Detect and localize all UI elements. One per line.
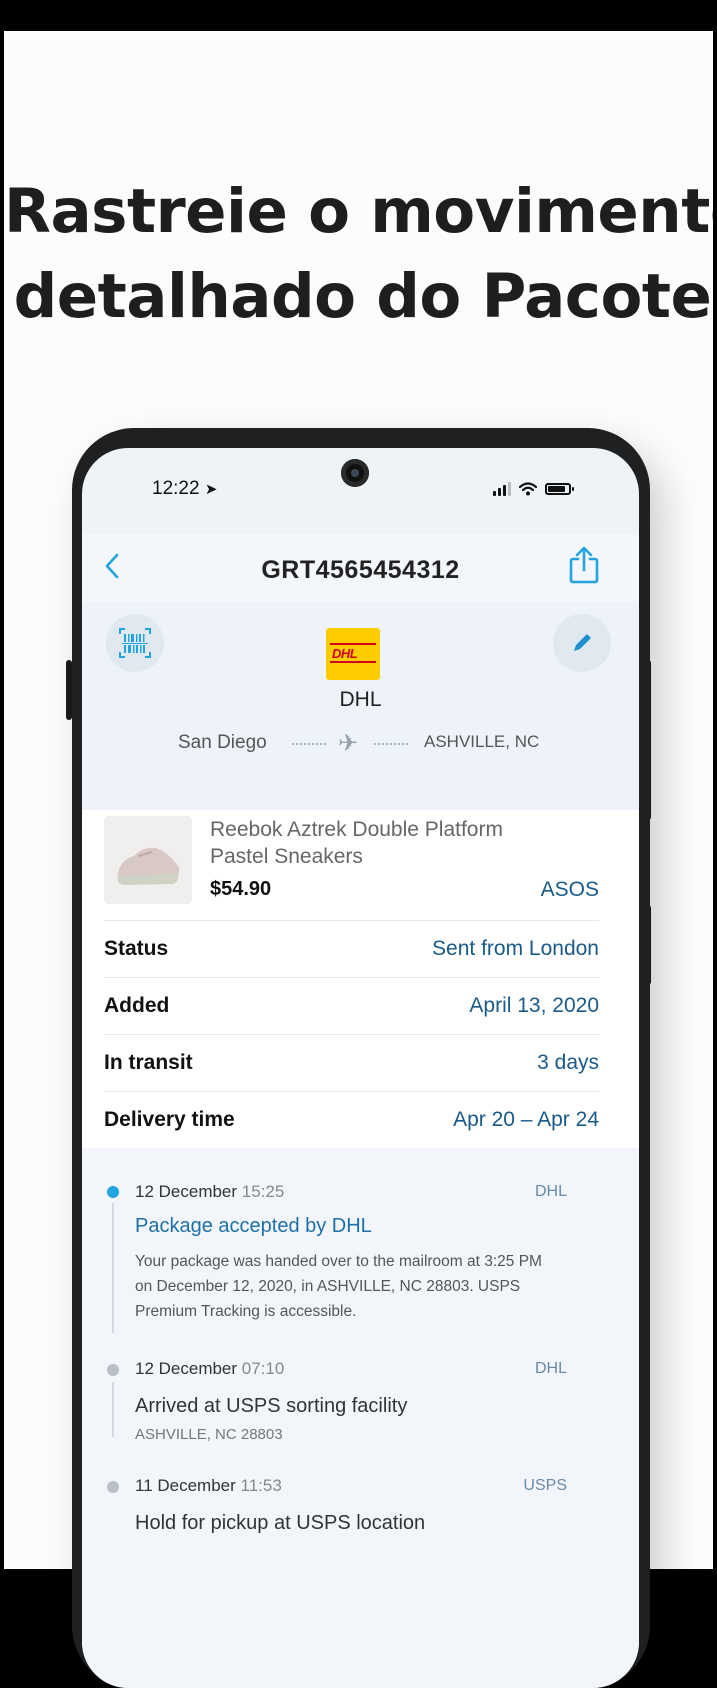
headline-line-2: detalhado do Pacote (13, 261, 712, 332)
battery-icon (545, 483, 574, 495)
event-description: Your package was handed over to the mail… (135, 1253, 542, 1320)
event-title: Arrived at USPS sorting facility (135, 1395, 408, 1417)
status-bar-icons (493, 482, 574, 496)
headline-line-1: Rastreie o movimento (4, 176, 713, 247)
timeline-dot (107, 1364, 119, 1376)
product-image (104, 816, 192, 904)
event-carrier: USPS (523, 1477, 567, 1494)
dhl-logo-text: DHL (332, 646, 358, 661)
timeline-connector (112, 1203, 114, 1333)
event-location: ASHVILLE, NC 28803 (135, 1426, 283, 1443)
detail-row-added: Added April 13, 2020 (104, 977, 599, 1034)
route-destination: ASHVILLE, NC (424, 732, 540, 751)
event-carrier: DHL (534, 1360, 567, 1377)
route-dots (292, 743, 326, 745)
signal-icon (493, 482, 511, 496)
event-date: 12 December 07:10 (135, 1359, 285, 1378)
sneaker-icon (104, 816, 192, 904)
edit-button[interactable] (553, 614, 611, 672)
event-carrier: DHL (534, 1183, 567, 1200)
tracking-number: GRT4565454312 (261, 556, 460, 584)
timeline-connector (112, 1382, 114, 1437)
share-button[interactable] (567, 545, 601, 585)
location-arrow-icon: ➤ (204, 481, 218, 498)
route-dots (374, 743, 408, 745)
detail-label: In transit (104, 1051, 193, 1074)
store-name[interactable]: ASOS (541, 878, 599, 902)
status-bar-time: 12:22 ➤ (152, 478, 218, 499)
share-icon (569, 546, 599, 584)
pencil-icon (574, 634, 591, 651)
detail-label: Status (104, 937, 169, 960)
dhl-logo: DHL (326, 628, 380, 680)
scan-barcode-button[interactable] (106, 614, 164, 672)
detail-label: Added (104, 994, 170, 1017)
detail-row-delivery-time: Delivery time Apr 20 – Apr 24 (104, 1091, 599, 1148)
timeline-dot-active (107, 1186, 119, 1198)
timeline-dot (107, 1481, 119, 1493)
detail-row-in-transit: In transit 3 days (104, 1034, 599, 1091)
barcode-scan-icon (119, 628, 151, 658)
carrier-name: DHL (339, 688, 382, 711)
detail-value: April 13, 2020 (469, 994, 599, 1017)
route-origin: San Diego (178, 732, 267, 753)
promo-headline: Rastreie o movimento detalhado do Pacote (4, 169, 713, 339)
airplane-icon: ✈ (338, 730, 359, 757)
detail-value: Apr 20 – Apr 24 (453, 1108, 599, 1131)
detail-value: 3 days (537, 1051, 599, 1074)
front-camera (341, 459, 369, 487)
detail-label: Delivery time (104, 1108, 235, 1131)
phone-screen: 12:22 ➤ GRT4565454312 DHL DHL San Diego … (82, 448, 639, 1688)
detail-row-status: Status Sent from London (104, 920, 599, 977)
event-title: Package accepted by DHL (135, 1215, 372, 1237)
product-price: $54.90 (210, 878, 272, 900)
wifi-icon (519, 482, 537, 496)
event-title: Hold for pickup at USPS location (135, 1512, 426, 1534)
detail-value: Sent from London (432, 937, 599, 960)
product-name: Reebok Aztrek Double Platform Pastel Sne… (210, 818, 503, 868)
event-date: 12 December 15:25 (135, 1182, 285, 1201)
event-date: 11 December 11:53 (135, 1476, 282, 1495)
